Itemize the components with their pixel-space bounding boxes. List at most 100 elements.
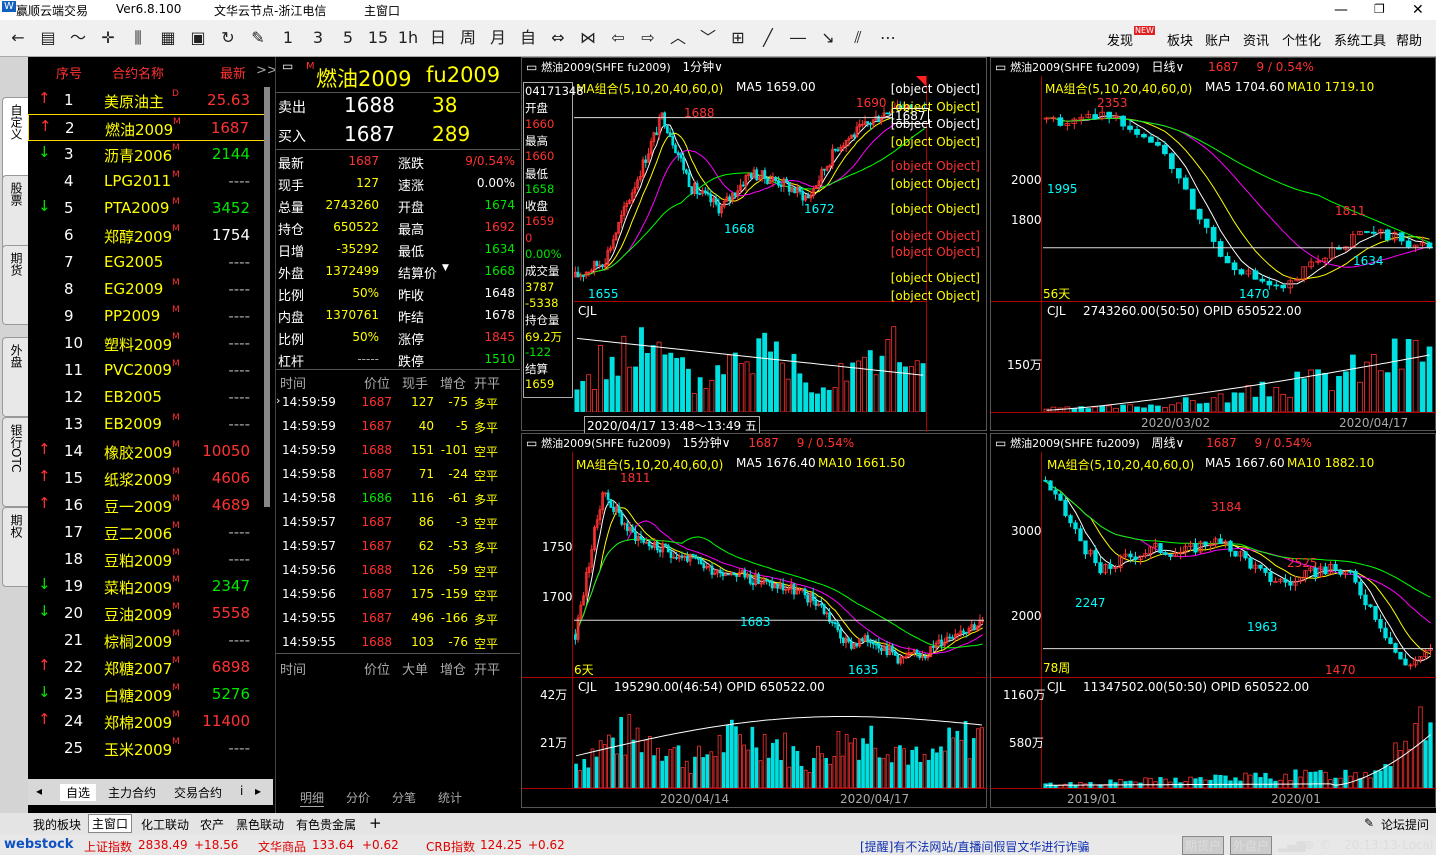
period-week[interactable]: 周 xyxy=(456,28,480,48)
watchlist-row[interactable]: ↑ 1 美原油主 D 25.63 xyxy=(28,87,268,114)
tick-row[interactable]: 14:59:57 1687 86 -3 空平 xyxy=(276,514,520,534)
sidetab-options[interactable]: 期权 xyxy=(2,507,28,587)
watchlist-row[interactable]: 6 郑醇2009 M 1754 xyxy=(28,222,268,249)
line-chart-icon[interactable]: 〜 xyxy=(66,28,90,48)
tab-chemical[interactable]: 化工联动 xyxy=(141,816,189,833)
zoom-out-icon[interactable]: ⋈ xyxy=(576,28,600,48)
cjl-label[interactable]: CJL xyxy=(578,680,597,694)
watchlist-row[interactable]: 13 EB2009 M ---- xyxy=(28,411,268,438)
cjl-label[interactable]: CJL xyxy=(1047,680,1066,694)
down-chevron-icon[interactable]: ﹀ xyxy=(696,28,720,48)
tab-favorites[interactable]: 自选 xyxy=(60,784,97,801)
tick-row[interactable]: 14:59:59 1688 151 -101 空平 xyxy=(276,442,520,462)
watchlist-scrollbar[interactable] xyxy=(264,87,270,507)
period-1h[interactable]: 1h xyxy=(396,28,420,48)
chart-menu-icon[interactable]: ▭ xyxy=(526,436,537,450)
volume-pane[interactable] xyxy=(1043,696,1433,788)
index-label-2[interactable]: 文华商品 xyxy=(258,838,306,855)
tick-row[interactable]: 14:59:55 1687 496 -166 多平 xyxy=(276,610,520,630)
tab-metals[interactable]: 有色贵金属 xyxy=(296,816,356,833)
sell-price[interactable]: 1688 xyxy=(344,93,395,117)
price-pane[interactable] xyxy=(574,94,926,302)
menu-help[interactable]: 帮助 xyxy=(1396,30,1422,49)
menu-account[interactable]: 账户 xyxy=(1205,30,1231,49)
watchlist-row[interactable]: ↑ 24 郑棉2009 M 11400 xyxy=(28,708,268,735)
watchlist-row[interactable]: 12 EB2005 ---- xyxy=(28,384,268,411)
chart-1min[interactable]: ▭ 燃油2009(SHFE fu2009) 1分钟∨ MA组合(5,10,20,… xyxy=(521,57,987,435)
period-3min[interactable]: 3 xyxy=(306,28,330,48)
crosshair-icon[interactable]: ✛ xyxy=(96,28,120,48)
draw-icon[interactable]: ✎ xyxy=(246,28,270,48)
watchlist-row[interactable]: ↑ 15 纸浆2009 M 4606 xyxy=(28,465,268,492)
menu-sector[interactable]: 板块 xyxy=(1167,30,1193,49)
hline-tool-icon[interactable]: ― xyxy=(786,28,810,48)
index-label-3[interactable]: CRB指数 xyxy=(426,838,475,855)
price-pane[interactable] xyxy=(574,470,984,676)
watchlist-row[interactable]: 25 玉米2009 M ---- xyxy=(28,735,268,762)
watchlist-row[interactable]: 17 豆二2006 M ---- xyxy=(28,519,268,546)
forum-button[interactable]: 论坛提问 xyxy=(1381,816,1429,833)
lock-icon[interactable]: ⊕ xyxy=(1304,838,1314,852)
period-15min[interactable]: 15 xyxy=(366,28,390,48)
watchlist-row[interactable]: ↓ 23 白糖2009 M 5276 xyxy=(28,681,268,708)
tab-next-icon[interactable]: ▸ xyxy=(255,784,261,798)
add-tab-button[interactable]: + xyxy=(369,814,382,832)
watchlist-row[interactable]: ↑ 14 橡胶2009 M 10050 xyxy=(28,438,268,465)
table-icon[interactable]: ▦ xyxy=(156,28,180,48)
tab-main-contracts[interactable]: 主力合约 xyxy=(108,784,156,801)
chart-weekly[interactable]: ▭ 燃油2009(SHFE fu2009) 周线∨ 1687 9 / 0.54%… xyxy=(990,433,1436,808)
watchlist-row[interactable]: 21 棕榈2009 M ---- xyxy=(28,627,268,654)
more-icon[interactable]: ⋯ xyxy=(876,28,900,48)
chart-15min[interactable]: ▭ 燃油2009(SHFE fu2009) 15分钟∨ 1687 9 / 0.5… xyxy=(521,433,988,808)
minimize-icon[interactable]: — xyxy=(1334,2,1348,18)
restore-icon[interactable]: ❐ xyxy=(1374,2,1385,16)
tick-row[interactable]: 14:59:56 1688 126 -59 空平 xyxy=(276,562,520,582)
left-arrow-icon[interactable]: ⇦ xyxy=(606,28,630,48)
period-month[interactable]: 月 xyxy=(486,28,510,48)
watchlist-row[interactable]: 7 EG2005 ---- xyxy=(28,249,268,276)
sidetab-bank-otc[interactable]: 银行OTC xyxy=(2,417,28,507)
menu-personalize[interactable]: 个性化 xyxy=(1282,30,1321,49)
watchlist-row[interactable]: 18 豆粕2009 M ---- xyxy=(28,546,268,573)
chart-period-select[interactable]: 15分钟 xyxy=(682,436,721,450)
watchlist-row[interactable]: 10 塑料2009 M ---- xyxy=(28,330,268,357)
right-arrow-icon[interactable]: ⇨ xyxy=(636,28,660,48)
price-pane[interactable] xyxy=(1043,94,1433,302)
tick-row[interactable]: › 14:59:59 1687 127 -75 多平 xyxy=(276,394,520,414)
sidetab-futures[interactable]: 期货 xyxy=(2,245,28,325)
period-1min[interactable]: 1 xyxy=(276,28,300,48)
watchlist-row[interactable]: 4 LPG2011 M ---- xyxy=(28,168,268,195)
watchlist-row[interactable]: ↓ 3 沥青2006 M 2144 xyxy=(28,141,268,168)
tab-my-sectors[interactable]: 我的板块 xyxy=(33,816,81,833)
volume-pane[interactable] xyxy=(1043,320,1433,412)
chart-period-select[interactable]: 日线 xyxy=(1151,60,1175,74)
tick-row[interactable]: 14:59:56 1687 175 -159 空平 xyxy=(276,586,520,606)
dropdown-icon[interactable]: ∨ xyxy=(1175,436,1184,450)
grid-icon[interactable]: ⊞ xyxy=(726,28,750,48)
ray-tool-icon[interactable]: ↘ xyxy=(816,28,840,48)
col-no[interactable]: 序号 xyxy=(56,63,82,82)
up-chevron-icon[interactable]: ︿ xyxy=(666,28,690,48)
forum-icon[interactable]: ✎ xyxy=(1364,816,1374,830)
col-last[interactable]: 最新 xyxy=(220,63,246,82)
volume-pane[interactable] xyxy=(574,696,984,788)
dropdown-icon[interactable]: ∨ xyxy=(1175,60,1184,74)
tab-ferrous[interactable]: 黑色联动 xyxy=(236,816,284,833)
save-icon[interactable]: ▣ xyxy=(186,28,210,48)
watchlist-row[interactable]: ↑ 16 豆一2009 M 4689 xyxy=(28,492,268,519)
line-tool-icon[interactable]: ╱ xyxy=(756,28,780,48)
watchlist-row[interactable]: ↓ 19 菜粕2009 M 2347 xyxy=(28,573,268,600)
watchlist-row[interactable]: 11 PVC2009 M ---- xyxy=(28,357,268,384)
tick-row[interactable]: 14:59:59 1687 40 -5 多平 xyxy=(276,418,520,438)
tick-row[interactable]: 14:59:55 1688 103 -76 空平 xyxy=(276,634,520,654)
tick-row[interactable]: 14:59:58 1686 116 -61 多平 xyxy=(276,490,520,510)
watchlist-row[interactable]: ↓ 20 豆油2009 M 5558 xyxy=(28,600,268,627)
channel-tool-icon[interactable]: ⫽ xyxy=(846,28,870,48)
volume-pane[interactable] xyxy=(574,320,926,412)
chart-daily[interactable]: ▭ 燃油2009(SHFE fu2009) 日线∨ 1687 9 / 0.54%… xyxy=(990,57,1436,431)
menu-system-tools[interactable]: 系统工具 xyxy=(1334,30,1386,49)
chart-period-select[interactable]: 周线 xyxy=(1151,436,1175,450)
tab-main-window[interactable]: 主窗口 xyxy=(88,814,133,833)
refresh-icon[interactable]: ↻ xyxy=(216,28,240,48)
index-label-1[interactable]: 上证指数 xyxy=(84,838,132,855)
